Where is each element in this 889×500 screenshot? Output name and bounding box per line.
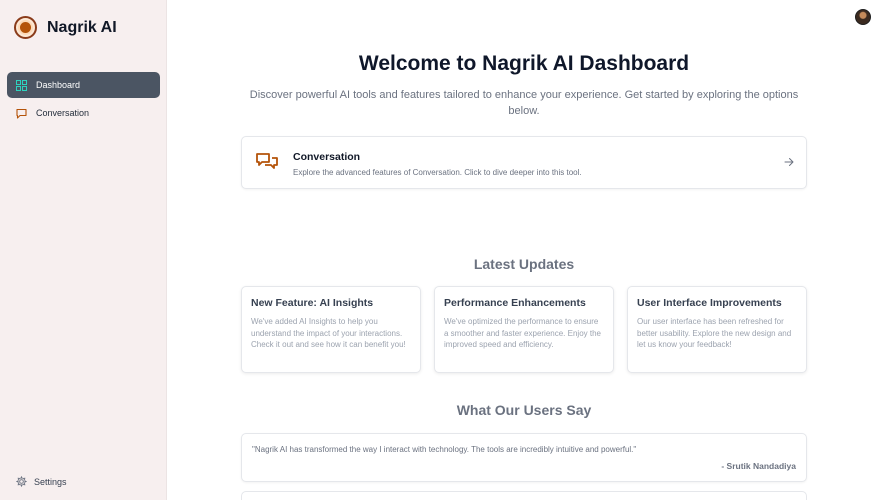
update-title: New Feature: AI Insights [251,297,374,309]
testimonials-heading: What Our Users Say [456,402,592,418]
dashboard-icon [16,79,27,91]
testimonial-card [241,491,807,500]
conversation-feature-card[interactable]: Conversation Explore the advanced featur… [241,136,807,189]
sidebar-item-dashboard[interactable]: Dashboard [7,72,160,98]
sidebar-item-label: Dashboard [36,80,81,90]
update-title: User Interface Improvements [637,297,782,309]
page-subtitle: Discover powerful AI tools and features … [249,89,799,117]
sidebar: Nagrik AI Dashboard Conversation Setting… [0,0,167,500]
feature-description: Explore the advanced features of Convers… [293,168,582,177]
page-title: Welcome to Nagrik AI Dashboard [358,52,690,75]
update-body: Our user interface has been refreshed fo… [637,317,792,349]
conversation-icon [256,153,278,169]
update-card: Performance Enhancements We've optimized… [434,286,614,373]
sidebar-item-conversation[interactable]: Conversation [7,100,160,126]
update-card: User Interface Improvements Our user int… [627,286,807,373]
nagrik-logo-icon [14,16,37,39]
settings-label: Settings [34,476,67,487]
gear-icon [16,476,27,487]
testimonial-author: - Srutik Nandadiya [721,461,796,471]
feature-title: Conversation [293,151,361,163]
settings-link[interactable]: Settings [16,476,67,487]
update-title: Performance Enhancements [444,297,586,309]
app-title: Nagrik AI [47,18,117,36]
testimonial-card: "Nagrik AI has transformed the way I int… [241,433,807,482]
latest-updates-heading: Latest Updates [473,256,575,272]
sidebar-nav: Dashboard Conversation [7,72,160,128]
arrow-right-icon [784,158,794,166]
update-body: We've optimized the performance to ensur… [444,317,601,349]
update-body: We've added AI Insights to help you unde… [251,317,406,349]
brand[interactable]: Nagrik AI [14,16,117,39]
testimonial-quote: "Nagrik AI has transformed the way I int… [252,445,637,454]
main-content: Welcome to Nagrik AI Dashboard Discover … [167,0,889,500]
sidebar-item-label: Conversation [36,108,90,118]
update-card: New Feature: AI Insights We've added AI … [241,286,421,373]
chat-icon [16,108,27,119]
